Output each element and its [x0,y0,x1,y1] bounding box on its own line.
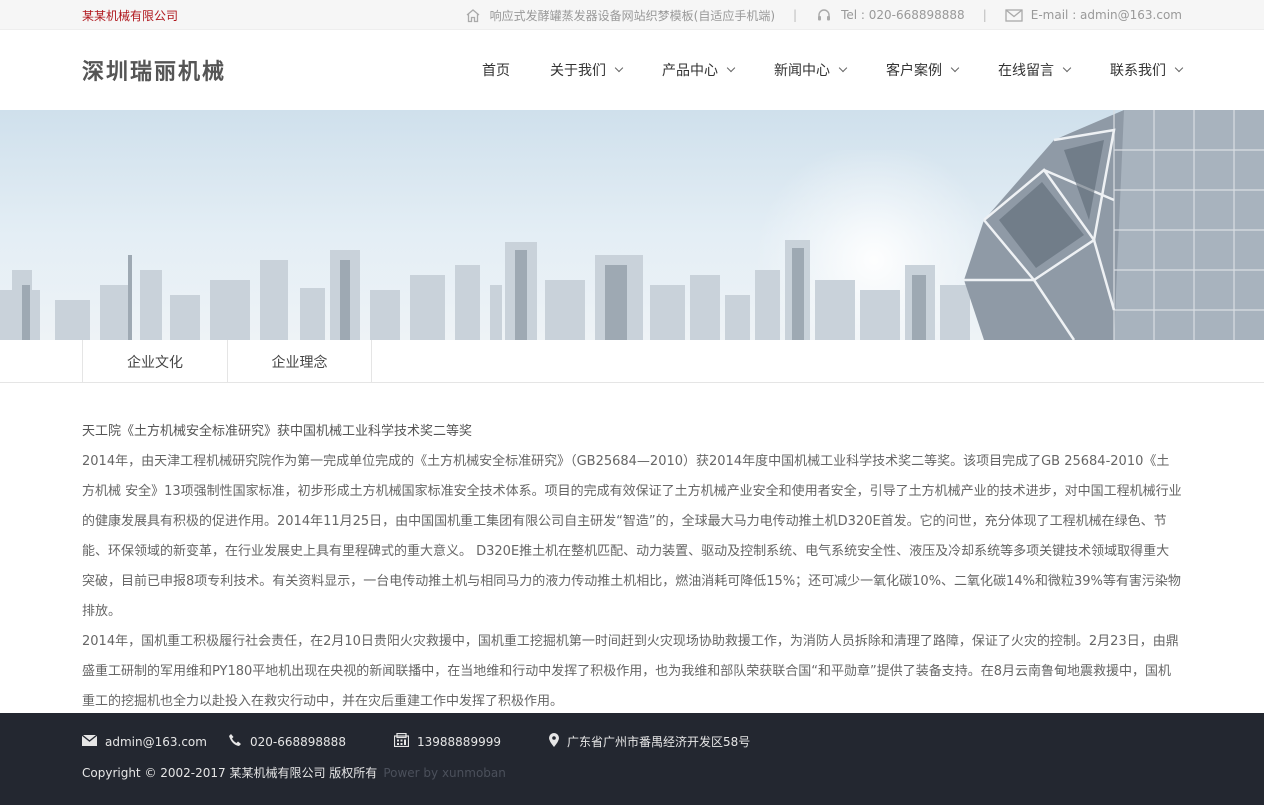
tab-corporate-philosophy[interactable]: 企业理念 [227,340,372,383]
mail-icon [1005,7,1023,23]
tab-corporate-culture[interactable]: 企业文化 [82,340,227,383]
chevron-down-icon [838,63,848,73]
nav-item-cases[interactable]: 客户案例 [886,60,960,80]
header: 深圳瑞丽机械 首页 关于我们 产品中心 新闻中心 客户案例 在线留言 联系我们 [0,30,1264,110]
footer-address: 广东省广州市番禺经济开发区58号 [549,733,750,750]
nav-item-about[interactable]: 关于我们 [550,60,624,80]
main-nav: 首页 关于我们 产品中心 新闻中心 客户案例 在线留言 联系我们 [482,30,1184,110]
footer-mobile: 13988889999 [393,732,549,750]
nav-item-news[interactable]: 新闻中心 [774,60,848,80]
top-info: 响应式发酵罐蒸发器设备网站织梦模板(自适应手机端) | Tel : 020-66… [464,7,1182,24]
headset-icon [815,7,833,23]
email-info: E-mail : admin@163.com [1005,7,1182,23]
phone-icon [228,733,242,750]
fax-icon [393,732,410,750]
template-name: 响应式发酵罐蒸发器设备网站织梦模板(自适应手机端) [489,8,776,23]
nav-label: 客户案例 [886,63,942,79]
footer-phone-text: 020-668898888 [250,734,346,749]
footer-address-text: 广东省广州市番禺经济开发区58号 [567,735,751,749]
chevron-down-icon [1062,63,1072,73]
footer-mobile-text: 13988889999 [417,734,501,749]
footer: admin@163.com 020-668898888 13988889999 … [0,713,1264,805]
banner-image [0,110,1264,340]
nav-label: 首页 [482,63,510,79]
article-paragraph: 2014年，国机重工积极履行社会责任，在2月10日贵阳火灾救援中，国机重工挖掘机… [82,634,1179,709]
powered-by-link[interactable]: Power by xunmoban [383,766,506,780]
email-text: E-mail : admin@163.com [1030,8,1182,22]
tel-info: Tel : 020-668898888 [815,7,965,23]
home-icon [464,7,482,23]
article-content: 天工院《土方机械安全标准研究》获中国机械工业科学技术奖二等奖 2014年，由天津… [0,383,1264,713]
chevron-down-icon [1174,63,1184,73]
separator: | [982,8,987,22]
nav-label: 产品中心 [662,63,718,79]
chevron-down-icon [726,63,736,73]
nav-label: 联系我们 [1110,63,1166,79]
chevron-down-icon [950,63,960,73]
copyright: Copyright © 2002-2017 某某机械有限公司 版权所有 Power… [82,764,1182,781]
top-bar: 某某机械有限公司 响应式发酵罐蒸发器设备网站织梦模板(自适应手机端) | Tel… [0,0,1264,30]
template-link[interactable]: 响应式发酵罐蒸发器设备网站织梦模板(自适应手机端) [464,7,775,24]
footer-email: admin@163.com [81,733,228,749]
nav-item-contact[interactable]: 联系我们 [1110,60,1184,80]
location-pin-icon [549,733,559,750]
footer-contacts: admin@163.com 020-668898888 13988889999 … [81,732,1182,750]
article-title: 天工院《土方机械安全标准研究》获中国机械工业科学技术奖二等奖 [82,424,473,439]
nav-item-message[interactable]: 在线留言 [998,60,1072,80]
nav-item-products[interactable]: 产品中心 [662,60,736,80]
copyright-text: Copyright © 2002-2017 某某机械有限公司 版权所有 [82,766,378,780]
footer-email-text: admin@163.com [105,734,207,749]
tel-text: Tel : 020-668898888 [841,8,965,22]
company-name[interactable]: 某某机械有限公司 [82,7,178,24]
article-paragraph: 2014年，由天津工程机械研究院作为第一完成单位完成的《土方机械安全标准研究》（… [82,454,1182,619]
building-tower [964,110,1264,340]
logo[interactable]: 深圳瑞丽机械 [82,54,226,86]
nav-label: 关于我们 [550,63,606,79]
chevron-down-icon [614,63,624,73]
sub-nav: 企业文化 企业理念 [0,340,1264,383]
separator: | [793,8,798,22]
footer-phone: 020-668898888 [228,733,394,750]
nav-label: 在线留言 [998,63,1054,79]
nav-label: 新闻中心 [774,63,830,79]
mail-icon [81,733,98,749]
nav-item-home[interactable]: 首页 [482,60,510,80]
